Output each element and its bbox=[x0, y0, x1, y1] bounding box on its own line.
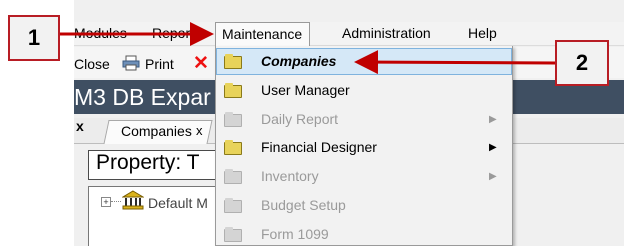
folder-icon bbox=[224, 112, 242, 127]
close-panel-icon[interactable]: x bbox=[76, 118, 84, 134]
property-label: Property: T bbox=[96, 151, 200, 174]
chevron-right-icon: ▶ bbox=[489, 171, 497, 182]
tree-connector bbox=[111, 201, 121, 202]
tree-root-label[interactable]: Default M bbox=[148, 195, 208, 211]
menu-item-form-1099-label: Form 1099 bbox=[261, 226, 329, 242]
bank-icon bbox=[122, 190, 144, 210]
printer-icon[interactable] bbox=[122, 55, 140, 71]
menu-reports[interactable]: Reports bbox=[152, 25, 201, 41]
close-x-icon[interactable]: ✕ bbox=[193, 52, 209, 75]
menu-item-daily-report-label: Daily Report bbox=[261, 111, 339, 127]
folder-icon bbox=[224, 83, 242, 98]
menu-item-financial-designer-label: Financial Designer bbox=[261, 139, 377, 155]
expand-icon[interactable]: + bbox=[101, 197, 111, 207]
menu-administration[interactable]: Administration bbox=[342, 25, 431, 41]
folder-icon bbox=[224, 169, 242, 184]
callout-badge-1: 1 bbox=[8, 15, 60, 61]
menu-modules[interactable]: Modules bbox=[74, 25, 127, 41]
print-button[interactable]: Print bbox=[145, 56, 174, 72]
menu-help[interactable]: Help bbox=[468, 25, 497, 41]
folder-icon bbox=[224, 140, 242, 155]
chevron-right-icon: ▶ bbox=[489, 142, 497, 153]
menu-item-user-manager-label: User Manager bbox=[261, 82, 350, 98]
folder-icon bbox=[224, 198, 242, 213]
callout-badge-2: 2 bbox=[555, 40, 609, 86]
menu-maintenance[interactable]: Maintenance bbox=[215, 22, 311, 47]
menu-item-inventory-label: Inventory bbox=[261, 168, 319, 184]
menu-item-budget-setup-label: Budget Setup bbox=[261, 197, 346, 213]
tab-label: Companies bbox=[121, 123, 192, 139]
window-title: M3 DB Expar bbox=[74, 84, 211, 110]
chevron-right-icon: ▶ bbox=[489, 114, 497, 125]
tab-close-icon[interactable]: x bbox=[196, 123, 203, 138]
folder-icon bbox=[224, 227, 242, 242]
close-button[interactable]: Close bbox=[74, 56, 110, 72]
menu-item-companies-label: Companies bbox=[261, 53, 337, 69]
folder-icon bbox=[224, 54, 242, 69]
